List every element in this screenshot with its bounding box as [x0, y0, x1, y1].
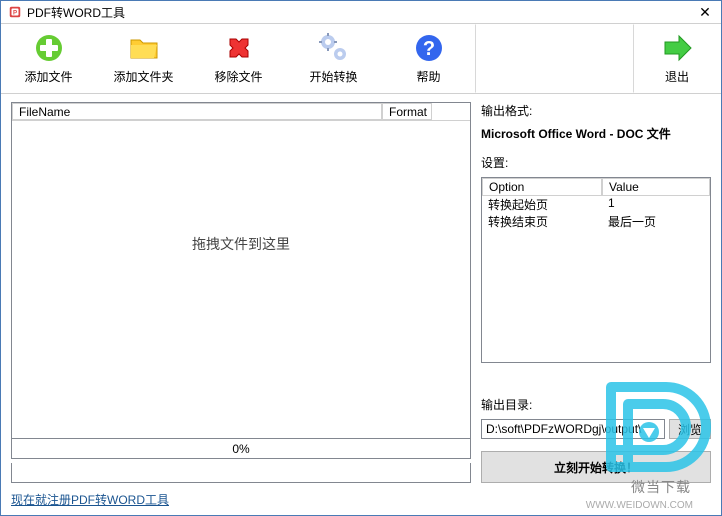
start-now-button[interactable]: 立刻开始转换！: [481, 451, 711, 483]
app-window: P PDF转WORD工具 ✕ 添加文件 添加文件夹 移除文件: [0, 0, 722, 516]
svg-text:P: P: [13, 10, 17, 17]
left-panel: FileName Format 拖拽文件到这里 0%: [11, 102, 471, 483]
cell-option: 转换起始页: [482, 196, 602, 213]
progress-bar: 0%: [11, 439, 471, 459]
add-folder-label: 添加文件夹: [113, 68, 173, 85]
main-content: FileName Format 拖拽文件到这里 0% 输出格式: Microso…: [1, 94, 721, 491]
toolbar: 添加文件 添加文件夹 移除文件 开始转换 ?: [1, 24, 721, 94]
output-dir-label: 输出目录:: [481, 396, 711, 413]
cell-value: 1: [602, 196, 710, 213]
file-list[interactable]: FileName Format 拖拽文件到这里: [11, 102, 471, 439]
titlebar: P PDF转WORD工具 ✕: [1, 1, 721, 24]
settings-header: Option Value: [482, 178, 710, 196]
register-link[interactable]: 现在就注册PDF转WORD工具: [11, 493, 169, 507]
folder-icon: [128, 32, 160, 64]
table-row[interactable]: 转换起始页 1: [482, 196, 710, 213]
start-convert-label: 开始转换: [309, 68, 357, 85]
output-format-value: Microsoft Office Word - DOC 文件: [481, 125, 711, 142]
plus-icon: [33, 32, 65, 64]
help-label: 帮助: [416, 68, 440, 85]
col-option[interactable]: Option: [482, 178, 602, 196]
output-dir-row: 浏览: [481, 419, 711, 439]
footer: 现在就注册PDF转WORD工具: [1, 491, 721, 514]
output-dir-input[interactable]: [481, 419, 665, 439]
add-file-label: 添加文件: [24, 68, 72, 85]
file-list-header: FileName Format: [12, 103, 470, 121]
window-title: PDF转WORD工具: [27, 4, 691, 21]
settings-table[interactable]: Option Value 转换起始页 1 转换结束页 最后一页: [481, 177, 711, 363]
browse-button[interactable]: 浏览: [669, 419, 711, 439]
col-format[interactable]: Format: [382, 103, 432, 120]
close-button[interactable]: ✕: [691, 2, 719, 22]
remove-file-button[interactable]: 移除文件: [191, 24, 286, 93]
app-icon: P: [7, 4, 23, 20]
gears-icon: [318, 32, 350, 64]
drop-hint: 拖拽文件到这里: [192, 234, 290, 254]
output-format-label: 输出格式:: [481, 102, 711, 119]
col-filename[interactable]: FileName: [12, 103, 382, 120]
settings-label: 设置:: [481, 154, 711, 171]
progress-bar-2: [11, 463, 471, 483]
add-folder-button[interactable]: 添加文件夹: [96, 24, 191, 93]
right-panel: 输出格式: Microsoft Office Word - DOC 文件 设置:…: [481, 102, 711, 483]
cell-value: 最后一页: [602, 213, 710, 230]
exit-button[interactable]: 退出: [633, 24, 721, 93]
help-icon: ?: [413, 32, 445, 64]
help-button[interactable]: ? 帮助: [381, 24, 476, 93]
table-row[interactable]: 转换结束页 最后一页: [482, 213, 710, 230]
exit-label: 退出: [665, 68, 689, 85]
cell-option: 转换结束页: [482, 213, 602, 230]
remove-file-label: 移除文件: [214, 68, 262, 85]
progress-text: 0%: [232, 442, 249, 456]
start-convert-button[interactable]: 开始转换: [286, 24, 381, 93]
delete-icon: [223, 32, 255, 64]
col-value[interactable]: Value: [602, 178, 710, 196]
svg-text:?: ?: [422, 38, 434, 60]
add-file-button[interactable]: 添加文件: [1, 24, 96, 93]
arrow-right-icon: [661, 32, 693, 64]
